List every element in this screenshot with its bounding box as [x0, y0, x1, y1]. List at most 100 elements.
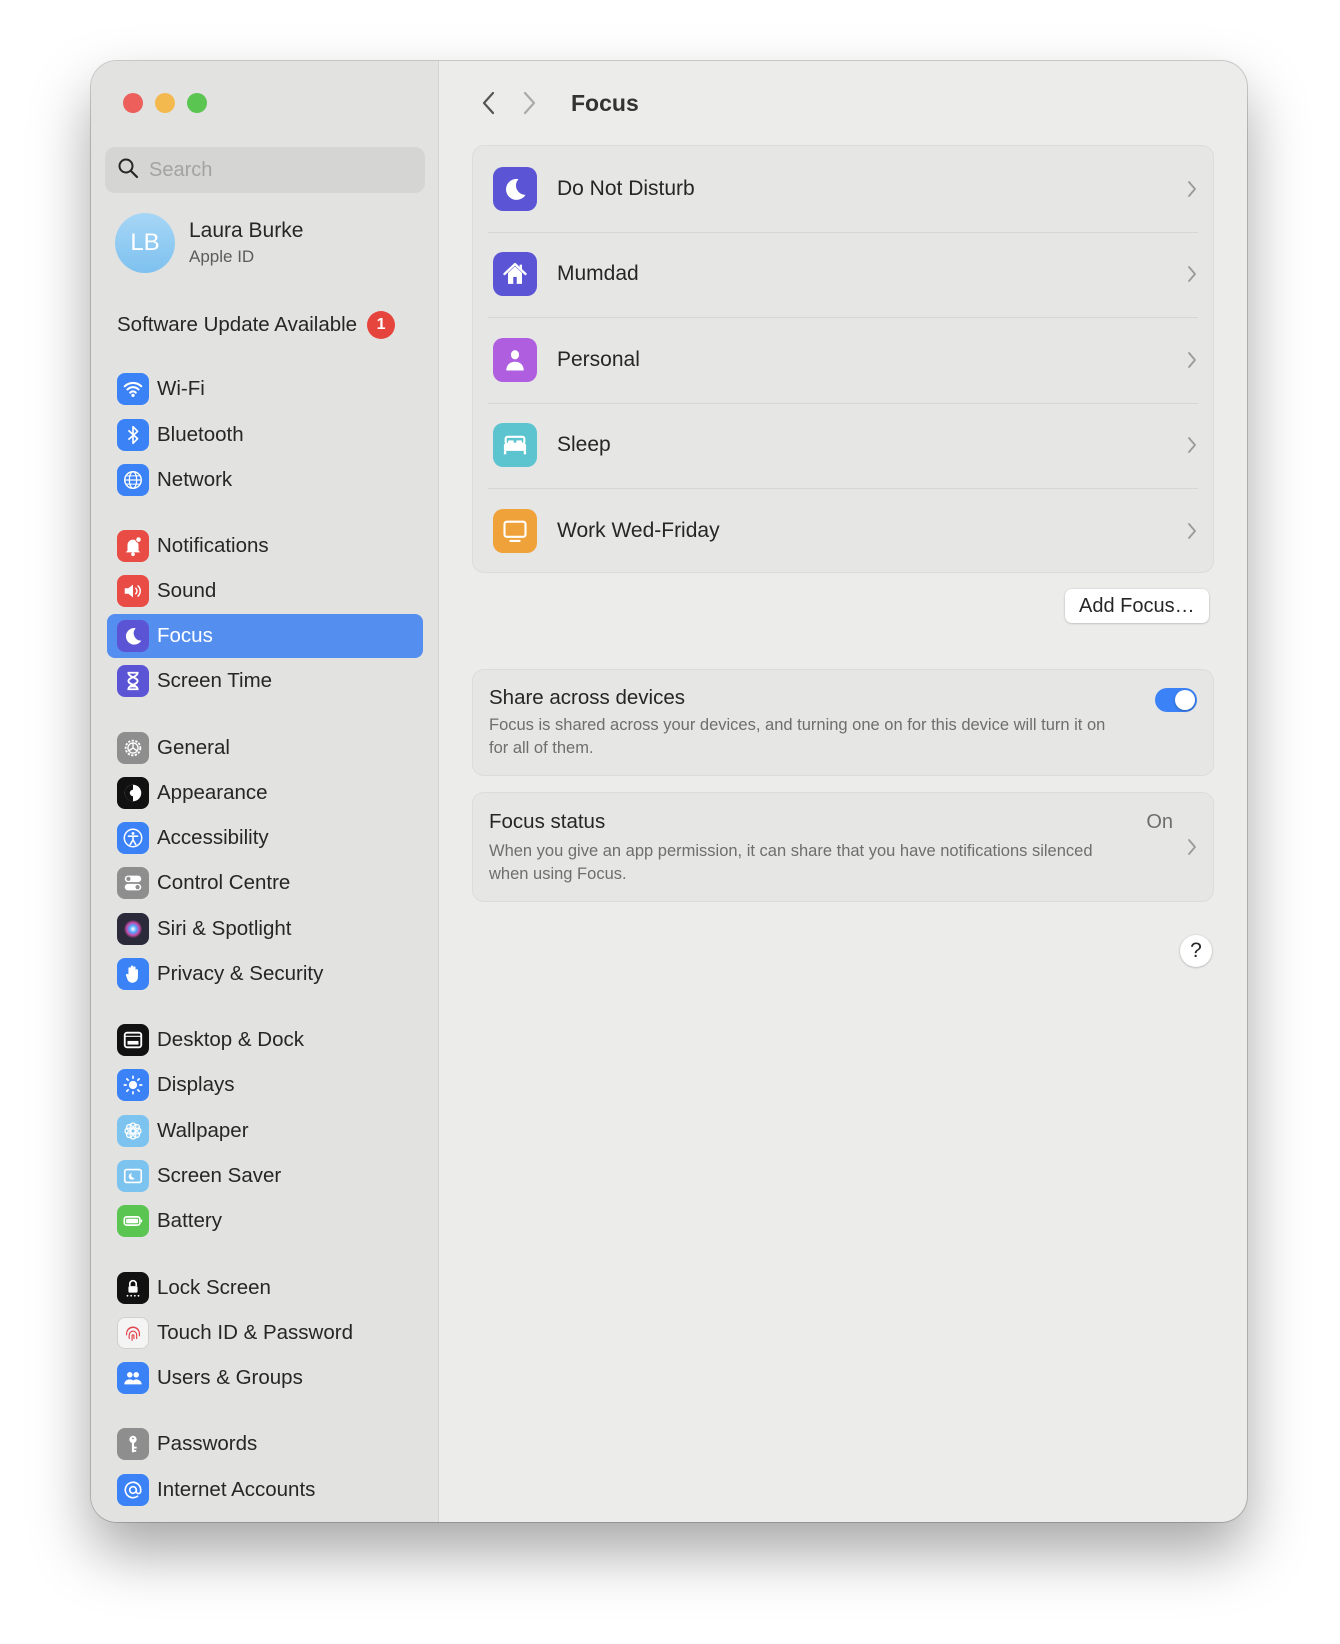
sidebar-item-general[interactable]: General — [107, 726, 423, 770]
sidebar-item-privacy-security[interactable]: Privacy & Security — [107, 952, 423, 996]
sidebar-item-label: Control Centre — [157, 871, 291, 894]
sidebar-item-notifications[interactable]: Notifications — [107, 524, 423, 568]
focus-modes-list: Do Not Disturb Mumdad Personal Sleep Work We… — [472, 145, 1214, 573]
status-description: When you give an app permission, it can … — [489, 842, 1093, 883]
minimize-button[interactable] — [155, 93, 175, 113]
sidebar-item-network[interactable]: Network — [107, 458, 423, 502]
sidebar: LB Laura Burke Apple ID Software Update … — [91, 61, 439, 1522]
search-icon — [117, 157, 139, 184]
sidebar-item-users-groups[interactable]: Users & Groups — [107, 1356, 423, 1400]
software-update-item[interactable]: Software Update Available 1 — [117, 311, 396, 339]
chevron-right-icon — [523, 91, 536, 115]
sidebar-item-label: Bluetooth — [157, 423, 244, 446]
account-subtitle: Apple ID — [189, 247, 255, 266]
sidebar-item-label: Touch ID & Password — [157, 1321, 353, 1344]
chevron-right-icon — [1188, 351, 1196, 368]
share-title: Share across devices — [489, 686, 685, 709]
sidebar-item-internet-accounts[interactable]: Internet Accounts — [107, 1468, 423, 1512]
focus-mode-label: Mumdad — [557, 262, 639, 286]
sidebar-item-displays[interactable]: Displays — [107, 1063, 423, 1107]
page-title: Focus — [571, 89, 639, 116]
sidebar-item-label: Battery — [157, 1209, 222, 1232]
sidebar-item-sound[interactable]: Sound — [107, 569, 423, 613]
help-button[interactable]: ? — [1180, 935, 1212, 967]
accessibility-icon — [117, 822, 149, 854]
sidebar-item-screen-saver[interactable]: Screen Saver — [107, 1154, 423, 1198]
focus-mode-row[interactable]: Personal — [473, 317, 1213, 403]
bluetooth-icon — [117, 419, 149, 451]
apple-id-account[interactable]: LB Laura Burke Apple ID — [115, 213, 303, 273]
sidebar-item-siri-spotlight[interactable]: Siri & Spotlight — [107, 907, 423, 951]
sidebar-item-label: Network — [157, 468, 233, 491]
bell-icon — [117, 530, 149, 562]
sidebar-item-label: Sound — [157, 579, 217, 602]
focus-mode-label: Work Wed-Friday — [557, 518, 720, 542]
sidebar-item-desktop-dock[interactable]: Desktop & Dock — [107, 1018, 423, 1062]
sidebar-item-appearance[interactable]: Appearance — [107, 771, 423, 815]
appearance-icon — [117, 777, 149, 809]
flower-icon — [117, 1115, 149, 1147]
window-controls — [123, 93, 207, 113]
sidebar-item-wifi[interactable]: Wi-Fi — [107, 367, 423, 411]
sidebar-item-focus[interactable]: Focus — [107, 614, 423, 658]
sidebar-item-label: Passwords — [157, 1432, 258, 1455]
sidebar-item-accessibility[interactable]: Accessibility — [107, 816, 423, 860]
chevron-left-icon — [482, 91, 495, 115]
sidebar-item-label: General — [157, 736, 230, 759]
wifi-icon — [117, 373, 149, 405]
sidebar-item-passwords[interactable]: Passwords — [107, 1422, 423, 1466]
maximize-button[interactable] — [187, 93, 207, 113]
focus-mode-row[interactable]: Do Not Disturb — [473, 146, 1213, 232]
sidebar-item-label: Appearance — [157, 781, 268, 804]
focus-mode-row[interactable]: Work Wed-Friday — [473, 488, 1213, 574]
account-name: Laura Burke — [189, 219, 304, 242]
speaker-icon — [117, 575, 149, 607]
sidebar-item-bluetooth[interactable]: Bluetooth — [107, 413, 423, 457]
focus-status-card[interactable]: Focus status On When you give an app per… — [472, 792, 1214, 902]
focus-mode-row[interactable]: Mumdad — [473, 231, 1213, 318]
status-value: On — [1146, 811, 1173, 833]
share-toggle[interactable] — [1155, 688, 1197, 712]
chevron-right-icon — [1188, 180, 1196, 197]
focus-mode-label: Personal — [557, 347, 640, 371]
fingerprint-icon — [117, 1317, 149, 1349]
dock-icon — [117, 1024, 149, 1056]
sidebar-item-wallpaper[interactable]: Wallpaper — [107, 1109, 423, 1153]
sidebar-item-touch-id[interactable]: Touch ID & Password — [107, 1311, 423, 1355]
sidebar-item-label: Internet Accounts — [157, 1478, 316, 1501]
sidebar-item-control-centre[interactable]: Control Centre — [107, 861, 423, 905]
back-button[interactable] — [469, 83, 509, 123]
sidebar-item-label: Desktop & Dock — [157, 1028, 304, 1051]
key-icon — [117, 1428, 149, 1460]
status-title: Focus status — [489, 810, 606, 833]
focus-mode-label: Do Not Disturb — [557, 176, 695, 200]
chevron-right-icon — [1188, 437, 1196, 454]
sidebar-item-label: Accessibility — [157, 826, 269, 849]
close-button[interactable] — [123, 93, 143, 113]
share-across-devices-card: Share across devices Focus is shared acr… — [472, 669, 1214, 776]
sidebar-item-screen-time[interactable]: Screen Time — [107, 659, 423, 703]
moon-icon — [117, 620, 149, 652]
forward-button[interactable] — [509, 83, 549, 123]
sidebar-item-label: Users & Groups — [157, 1366, 303, 1389]
at-icon — [117, 1474, 149, 1506]
sidebar-item-battery[interactable]: Battery — [107, 1199, 423, 1243]
sidebar-item-lock-screen[interactable]: Lock Screen — [107, 1266, 423, 1310]
monitor-icon — [493, 508, 537, 553]
sidebar-item-label: Focus — [157, 624, 213, 647]
sidebar-item-label: Wallpaper — [157, 1119, 249, 1142]
person-icon — [493, 337, 537, 382]
search-input[interactable] — [149, 158, 409, 182]
globe-icon — [117, 464, 149, 496]
sidebar-item-label: Notifications — [157, 534, 269, 557]
chevron-right-icon — [1188, 266, 1196, 283]
battery-icon — [117, 1205, 149, 1237]
sidebar-item-label: Lock Screen — [157, 1276, 271, 1299]
chevron-right-icon — [1188, 839, 1196, 855]
lock-icon — [117, 1272, 149, 1304]
bed-icon — [493, 423, 537, 468]
search-field[interactable] — [105, 147, 425, 193]
sun-icon — [117, 1069, 149, 1101]
add-focus-button[interactable]: Add Focus… — [1065, 589, 1209, 623]
focus-mode-row[interactable]: Sleep — [473, 402, 1213, 489]
